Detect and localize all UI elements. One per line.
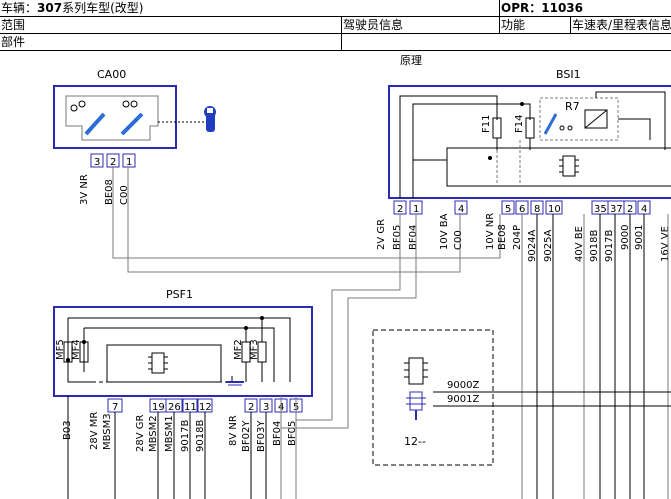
relay-label: R7: [565, 100, 580, 113]
bsi1-wire-label: 40V BE: [574, 226, 585, 262]
psf1-wire-label: 8V NR: [228, 415, 239, 446]
psf1-pin: 12: [199, 402, 212, 413]
relay-r7: R7: [539, 91, 666, 150]
psf1-connector-left: 7 19 26 11 12: [107, 398, 213, 413]
fuse-f11: F11: [481, 115, 502, 139]
ground-icon: [226, 376, 244, 386]
bsi1-pin: 4: [641, 204, 647, 215]
bsi1-pin: 4: [458, 204, 464, 215]
bsi1-pin: 2: [397, 204, 403, 215]
ignition-switch-icon: [65, 95, 206, 141]
ca00-label: CA00: [97, 68, 126, 81]
ignition-key-icon: [204, 106, 216, 132]
psf1-wire-label: 9018B: [195, 420, 206, 452]
fuse-label: MF3: [249, 339, 260, 360]
bsi1-wire-label: BF05: [392, 225, 403, 250]
psf1-pin: 26: [168, 402, 181, 413]
bsi1-wire-label: 9018B: [589, 230, 600, 262]
psf1-connector-right: 2 3 4 5: [244, 398, 303, 413]
psf1-pin: 11: [184, 402, 197, 413]
psf1-pin: 7: [112, 402, 118, 413]
bsi1-wire-label: C00: [453, 230, 464, 250]
bsi1-pin: 8: [534, 204, 540, 215]
bsi1-wire-label: 10V BA: [439, 213, 450, 250]
psf1-wire-label: 9017B: [180, 420, 191, 452]
bsi1-pin: 5: [505, 204, 511, 215]
bsi1-connector: 2 1 4 5 6 8 10 35 37 2 4: [393, 200, 651, 215]
psf1-wire-label: MBSM1: [164, 415, 175, 452]
bsi1-wire-label: 9024A: [527, 230, 538, 262]
fuse-label: MF2: [233, 339, 244, 360]
ca00-connector: 3 2 1: [90, 153, 136, 168]
bsi1-wire-label: 10V NR: [485, 213, 496, 250]
psf1-wire-label: 28V GR: [135, 415, 146, 452]
bsi1-pin: 2: [627, 204, 633, 215]
bsi1-wire-label: BE08: [497, 224, 508, 250]
bsi1-pin: 6: [519, 204, 525, 215]
wiring-diagram: .w { stroke:#000; stroke-width:1; fill:n…: [53, 54, 671, 499]
unit12-wire-label: 9000Z: [447, 380, 479, 391]
bsi1-wire-label: 9025A: [543, 230, 554, 262]
section-title: 原理: [400, 54, 422, 67]
unit12-wire-label: 9001Z: [447, 394, 479, 405]
bsi1-wire-label: 2V GR: [376, 219, 387, 250]
wire-c00: [127, 167, 461, 273]
psf1-box: [53, 306, 313, 397]
bsi1-wire-label: 204P: [512, 225, 523, 250]
fuse-label: MF5: [55, 339, 66, 360]
bsi1-wire-label: 9017B: [604, 230, 615, 262]
bsi1-wire-label: 16V VE: [660, 226, 671, 262]
fuse-mf3: MF3: [249, 339, 267, 363]
psf1-pin: 3: [263, 402, 269, 413]
microchip-icon: [148, 352, 168, 374]
ca00-pin: 1: [126, 157, 132, 168]
microchip-icon: [404, 357, 428, 385]
bsi1-wire-label: 9000: [620, 225, 631, 250]
psf1-pin: 19: [152, 402, 165, 413]
bsi1-pin: 1: [413, 204, 419, 215]
fuse-label: MF4: [71, 339, 82, 360]
psf1-pin: 2: [248, 402, 254, 413]
bsi1-pin: 37: [610, 204, 623, 215]
ca00-pin: 3: [94, 157, 100, 168]
psf1-wire-label: 28V MR: [89, 412, 100, 450]
fuse-label: F14: [514, 115, 525, 133]
fuse-f14: F14: [514, 115, 535, 139]
ca00-wire-label: 3V NR: [79, 174, 90, 205]
psf1-wire-label: BF02Y: [241, 420, 252, 452]
ca00-pin: 2: [110, 157, 116, 168]
diagnostic-connector-icon: [406, 391, 426, 420]
bsi1-wire-label: 9001: [634, 225, 645, 250]
bsi1-pin: 35: [594, 204, 607, 215]
fuse-label: F11: [481, 115, 492, 133]
bsi1-label: BSI1: [556, 68, 581, 81]
bsi1-wire-label: BF04: [408, 225, 419, 250]
psf1-wire-label: MBSM3: [102, 413, 113, 450]
psf1-wire-label: BF03Y: [256, 420, 267, 452]
wire-bf05: [331, 214, 401, 420]
microchip-icon: [559, 155, 579, 177]
psf1-label: PSF1: [166, 288, 193, 301]
psf1-wire-label: MBSM2: [148, 415, 159, 452]
fuse-mf2: MF2: [233, 339, 251, 363]
bsi1-pin: 10: [548, 204, 561, 215]
unit12-label: 12--: [404, 435, 426, 448]
fuse-mf5: MF5: [55, 339, 73, 363]
